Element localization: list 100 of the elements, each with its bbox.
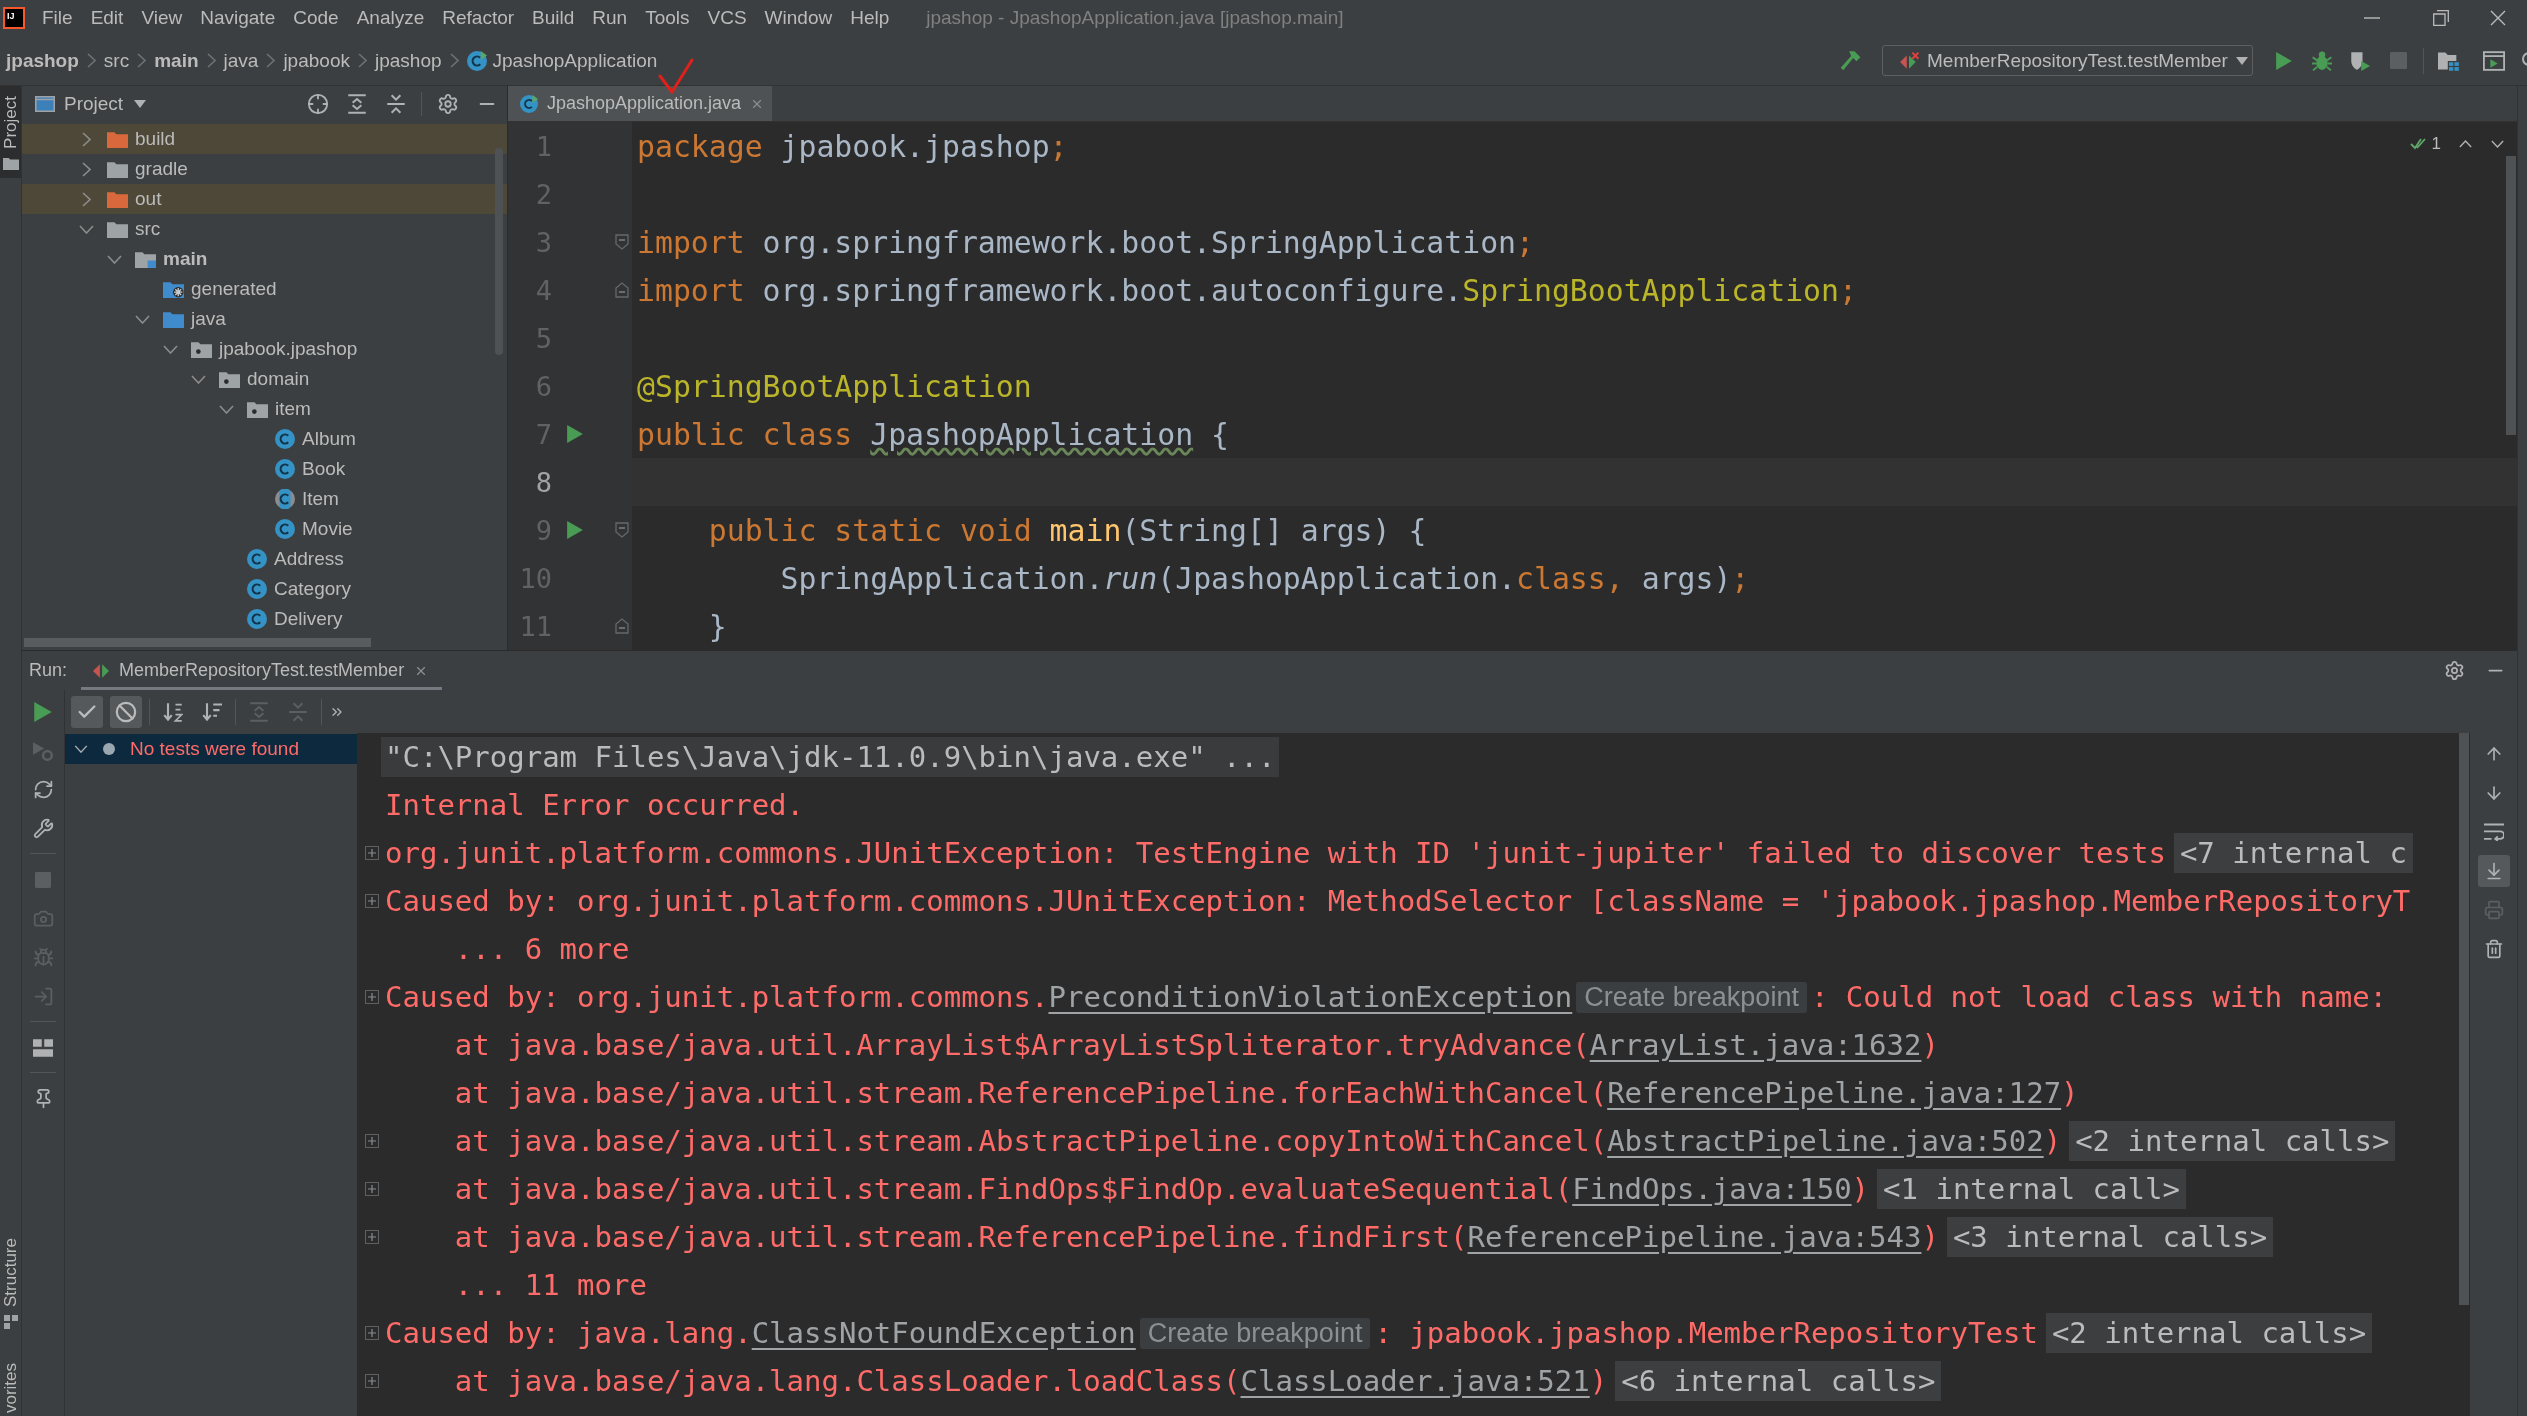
tree-item[interactable]: Delivery [274, 608, 343, 630]
trash-icon[interactable] [2483, 938, 2504, 959]
crosshair-icon[interactable] [306, 93, 329, 115]
run-tab[interactable]: MemberRepositoryTest.testMember [81, 651, 443, 690]
tool-window-tab[interactable]: vorites [0, 1352, 21, 1416]
folder-grid-icon[interactable] [2438, 50, 2460, 71]
tool-window-tab[interactable]: Project [0, 86, 21, 178]
menu-item[interactable]: Tools [645, 7, 690, 29]
scrollbar-thumb[interactable] [2506, 156, 2516, 435]
menu-item[interactable]: Analyze [356, 7, 425, 29]
menu-item[interactable]: Code [293, 7, 339, 29]
menu-item[interactable]: Edit [90, 7, 124, 29]
hammer-icon[interactable] [1839, 50, 1861, 71]
bug-icon[interactable] [2312, 50, 2332, 71]
expand-all-icon[interactable] [346, 94, 367, 114]
fold-marker-icon[interactable] [615, 234, 629, 250]
folded-calls-button[interactable]: <1 internal call> [1877, 1169, 2186, 1209]
chevron-down-icon[interactable] [218, 404, 234, 414]
menu-item[interactable]: File [42, 7, 73, 29]
stack-trace-link[interactable]: ReferencePipeline.java:127 [1607, 1076, 2062, 1110]
chevron-right-icon[interactable] [81, 191, 91, 207]
stack-trace-link[interactable]: AbstractPipeline.java:502 [1607, 1124, 2044, 1158]
editor-tab[interactable]: JpashopApplication.java [508, 86, 773, 121]
stack-trace-link[interactable]: ClassLoader.java:521 [1240, 1364, 1590, 1398]
run-icon[interactable] [567, 425, 583, 443]
scrollbar-thumb[interactable] [2459, 733, 2469, 1305]
menu-item[interactable]: Run [592, 7, 628, 29]
tree-item[interactable]: out [135, 188, 162, 210]
tree-item[interactable]: jpabook.jpashop [219, 338, 358, 360]
settings-icon[interactable] [436, 93, 459, 115]
breadcrumb-item[interactable]: jpashop [6, 49, 79, 72]
menu-item[interactable]: View [141, 7, 183, 29]
tree-item[interactable]: src [135, 218, 161, 240]
toggle-button[interactable] [110, 695, 142, 728]
menu-item[interactable]: Navigate [200, 7, 276, 29]
menu-item[interactable]: Build [532, 7, 575, 29]
run-icon[interactable] [567, 521, 583, 539]
expand-box-icon[interactable] [364, 1326, 379, 1340]
run-configuration-dropdown[interactable]: MemberRepositoryTest.testMember [1882, 45, 2253, 76]
stack-trace-link[interactable]: ArrayList.java:1632 [1589, 1028, 1922, 1062]
chevron-down-icon[interactable] [2491, 140, 2504, 148]
settings-icon[interactable] [2444, 660, 2465, 681]
stack-trace-link[interactable]: PreconditionViolationException [1048, 980, 1573, 1014]
restore-icon[interactable] [2433, 10, 2449, 26]
view-selector[interactable]: Project [64, 93, 147, 115]
chevron-down-icon[interactable] [162, 344, 178, 354]
folded-calls-button[interactable]: <2 internal calls> [2045, 1313, 2373, 1353]
tree-item[interactable]: Book [302, 458, 346, 480]
tree-item[interactable]: generated [191, 278, 277, 300]
folded-calls-button[interactable]: <2 internal calls> [2069, 1121, 2396, 1161]
tree-item[interactable]: Address [274, 548, 344, 570]
expand-box-icon[interactable] [364, 1230, 379, 1244]
menu-item[interactable]: Window [764, 7, 833, 29]
test-tree-item[interactable]: No tests were found [65, 734, 357, 764]
expand-box-icon[interactable] [364, 894, 379, 908]
menu-item[interactable]: VCS [707, 7, 747, 29]
chevron-up-icon[interactable] [2459, 140, 2472, 148]
create-breakpoint-button[interactable]: Create breakpoint [1139, 1317, 1371, 1349]
sort-lines-icon[interactable] [202, 701, 222, 722]
breadcrumb-item[interactable]: src [103, 49, 130, 72]
folded-calls-button[interactable]: <3 internal calls> [1946, 1217, 2274, 1257]
menu-item[interactable]: Refactor [442, 7, 515, 29]
play-icon[interactable] [2276, 51, 2292, 70]
play-icon[interactable] [34, 701, 52, 722]
scrollbar-thumb[interactable] [24, 638, 371, 647]
tree-item[interactable]: gradle [135, 158, 188, 180]
tree-item[interactable]: Item [302, 488, 339, 510]
chevron-down-icon[interactable] [74, 745, 88, 753]
shield-play-icon[interactable] [2350, 50, 2370, 71]
close-icon[interactable] [2490, 10, 2506, 26]
collapse-all-icon[interactable] [385, 94, 406, 114]
menu-item[interactable]: Help [850, 7, 890, 29]
tree-item[interactable]: domain [247, 368, 310, 390]
fold-marker-icon[interactable] [615, 522, 629, 538]
fold-marker-icon[interactable] [615, 282, 629, 298]
tree-item[interactable]: java [191, 308, 226, 330]
tree-item[interactable]: build [135, 128, 176, 150]
chevron-down-icon[interactable] [106, 254, 122, 264]
chevron-down-icon[interactable] [134, 314, 150, 324]
tree-item[interactable]: item [275, 398, 311, 420]
breadcrumb-item[interactable]: jpashop [374, 49, 442, 72]
refresh-icon[interactable] [32, 779, 54, 800]
tree-item[interactable]: Category [274, 578, 352, 600]
stack-trace-link[interactable]: ClassNotFoundException [751, 1316, 1136, 1350]
chevron-right-icon[interactable] [81, 161, 91, 177]
tree-item[interactable]: main [163, 248, 208, 270]
expand-box-icon[interactable] [364, 1182, 379, 1196]
breadcrumb-item[interactable]: JpashopApplication [466, 49, 658, 72]
expand-box-icon[interactable] [364, 990, 379, 1004]
folded-calls-button[interactable]: <7 internal c [2173, 833, 2413, 873]
folded-calls-button[interactable]: <6 internal calls> [1615, 1361, 1942, 1401]
breadcrumb-item[interactable]: main [154, 49, 199, 72]
expand-box-icon[interactable] [364, 846, 379, 860]
sort-icon[interactable] [163, 701, 183, 722]
tree-item[interactable]: Movie [302, 518, 353, 540]
stack-trace-link[interactable]: FindOps.java:150 [1572, 1172, 1852, 1206]
expand-box-icon[interactable] [364, 1134, 379, 1148]
create-breakpoint-button[interactable]: Create breakpoint [1576, 981, 1807, 1013]
stack-trace-link[interactable]: ReferencePipeline.java:543 [1467, 1220, 1922, 1254]
chevron-right-icon[interactable] [81, 131, 91, 147]
